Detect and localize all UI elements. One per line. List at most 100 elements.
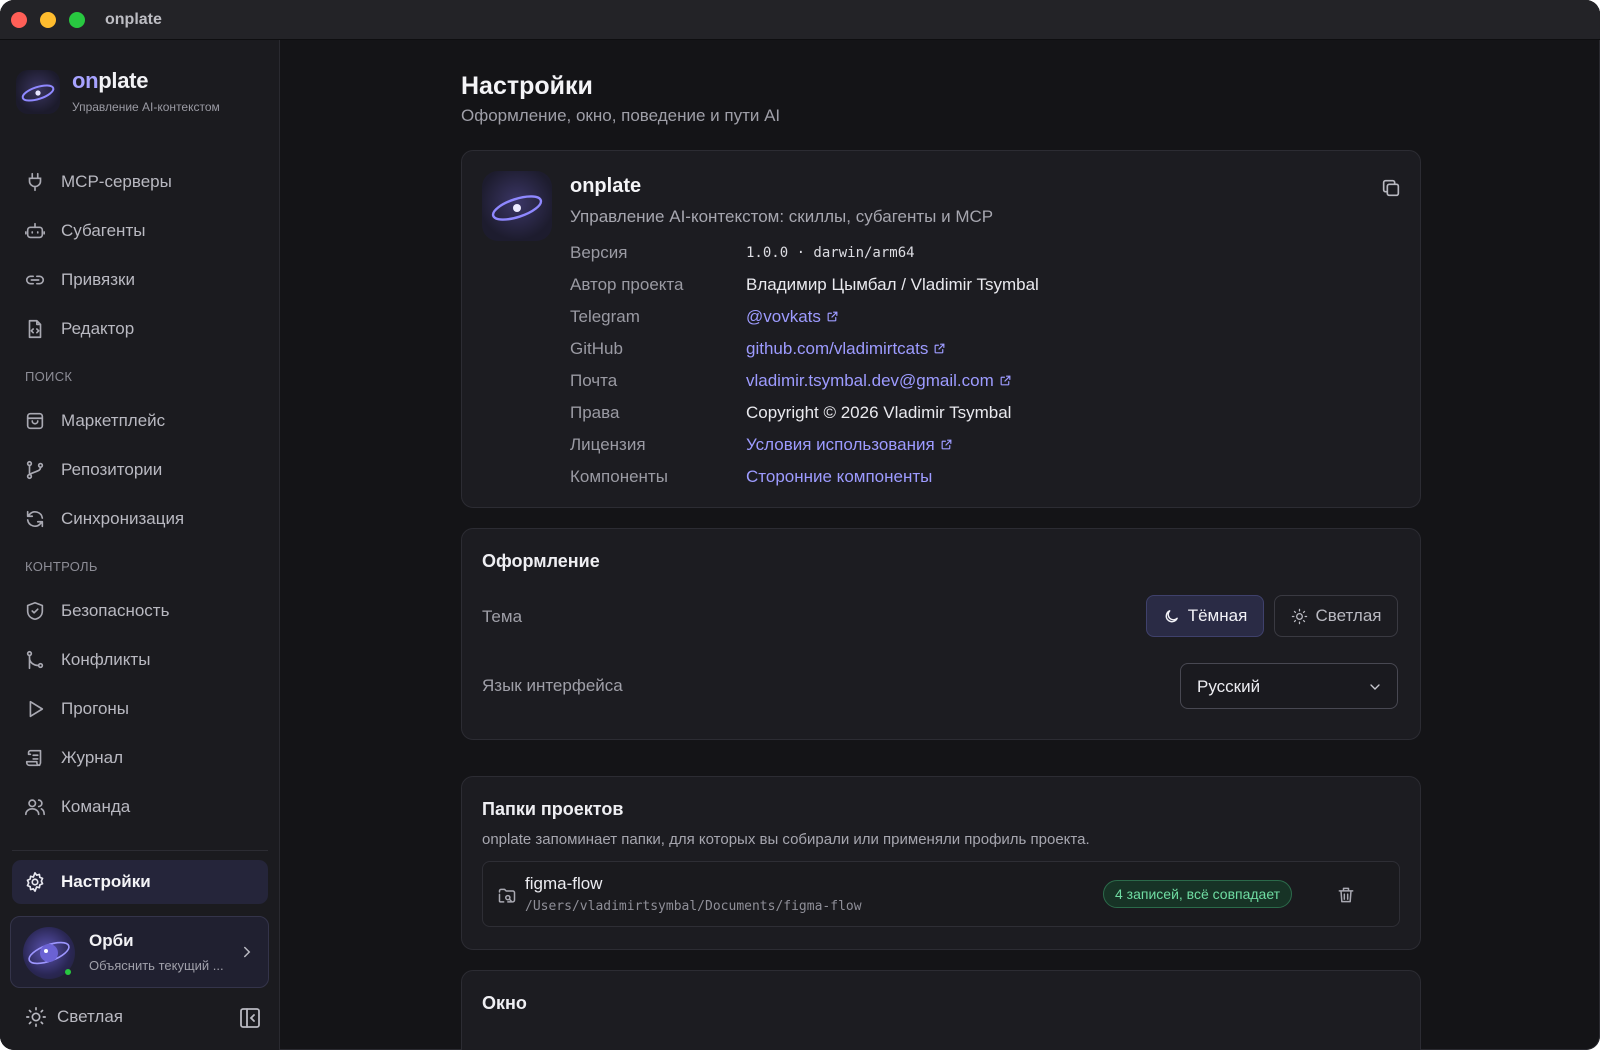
- zoom-window-button[interactable]: [69, 12, 85, 28]
- link-icon: [25, 275, 45, 285]
- sidebar-item-label: Привязки: [61, 270, 135, 289]
- sidebar-item-label: Прогоны: [61, 699, 130, 718]
- sidebar-item-label: Маркетплейс: [61, 411, 166, 430]
- info-key: Версия: [570, 243, 628, 262]
- author-value: Владимир Цымбал / Vladimir Tsymbal: [746, 275, 1039, 294]
- project-folders-description: onplate запоминает папки, для которых вы…: [482, 831, 1090, 848]
- info-row-email: Почта vladimir.tsymbal.dev@gmail.com: [570, 369, 1390, 395]
- theme-dark-button[interactable]: Тёмная: [1146, 595, 1264, 637]
- app-logo: [482, 171, 552, 241]
- theme-light-button[interactable]: Светлая: [1274, 595, 1398, 637]
- moon-icon: [1165, 609, 1178, 622]
- main-content: Настройки Оформление, окно, поведение и …: [281, 40, 1600, 1050]
- theme-toggle-label: Светлая: [57, 1007, 123, 1026]
- external-link-icon: [827, 311, 838, 322]
- sidebar-item-log[interactable]: Журнал: [12, 736, 268, 780]
- brand-subtitle: Управление AI-контекстом: [72, 100, 220, 114]
- window-settings-title: Окно: [482, 993, 527, 1013]
- sun-icon: [1291, 608, 1307, 624]
- sidebar-item-conflicts[interactable]: Конфликты: [12, 638, 268, 682]
- about-card: onplate Управление AI-контекстом: скиллы…: [461, 150, 1421, 508]
- appearance-card: Оформление Тема Тёмная Светлая Язык инте…: [461, 528, 1421, 740]
- info-row-author: Автор проекта Владимир Цымбал / Vladimir…: [570, 273, 1390, 299]
- language-label: Язык интерфейса: [482, 676, 623, 695]
- copyright-value: Copyright © 2026 Vladimir Tsymbal: [746, 403, 1012, 422]
- trash-icon[interactable]: [1336, 885, 1356, 905]
- language-select-value: Русский: [1197, 677, 1261, 696]
- play-icon: [29, 700, 44, 718]
- sidebar-divider: [12, 850, 268, 851]
- info-row-components: Компоненты Сторонние компоненты: [570, 465, 1390, 491]
- external-link-icon: [941, 439, 952, 450]
- title-bar: onplate: [0, 0, 1600, 40]
- brand-name: onplate: [72, 68, 149, 93]
- sidebar-item-security[interactable]: Безопасность: [12, 589, 268, 633]
- sidebar-item-label: Редактор: [61, 319, 135, 338]
- sidebar-item-label: Субагенты: [61, 221, 146, 240]
- scroll-icon: [25, 749, 42, 767]
- external-link-icon: [1000, 375, 1011, 386]
- info-key: Лицензия: [570, 435, 646, 454]
- appearance-title: Оформление: [482, 551, 600, 571]
- sidebar-item-bindings[interactable]: Привязки: [12, 258, 268, 302]
- sidebar-item-repositories[interactable]: Репозитории: [12, 448, 268, 492]
- language-select[interactable]: Русский: [1180, 663, 1398, 709]
- theme-label: Тема: [482, 607, 523, 626]
- components-link[interactable]: Сторонние компоненты: [746, 467, 932, 487]
- sidebar-collapse-icon[interactable]: [238, 1006, 262, 1030]
- info-row-rights: Права Copyright © 2026 Vladimir Tsymbal: [570, 401, 1390, 427]
- minimize-window-button[interactable]: [40, 12, 56, 28]
- code-file-icon: [28, 319, 42, 339]
- version-value: 1.0.0 · darwin/arm64: [746, 245, 915, 261]
- folder-search-icon: [498, 888, 516, 903]
- page-title: Настройки: [461, 72, 593, 100]
- git-merge-icon: [26, 650, 44, 670]
- shield-icon: [26, 601, 44, 621]
- window-settings-card: Окно: [461, 970, 1421, 1050]
- info-key: Автор проекта: [570, 275, 684, 294]
- status-badge: 4 записей, всё совпадает: [1103, 880, 1293, 908]
- theme-light-label: Светлая: [1315, 606, 1382, 625]
- folder-path: /Users/vladimirtsymbal/Documents/figma-f…: [525, 899, 862, 914]
- folder-row[interactable]: figma-flow /Users/vladimirtsymbal/Docume…: [482, 861, 1400, 927]
- folder-name: figma-flow: [525, 874, 603, 893]
- users-icon: [25, 799, 45, 816]
- info-key: Telegram: [570, 307, 640, 326]
- telegram-link[interactable]: @vovkats: [746, 307, 839, 327]
- sidebar-item-label: Безопасность: [61, 601, 170, 620]
- sidebar-item-sync[interactable]: Синхронизация: [12, 497, 268, 541]
- info-row-license: Лицензия Условия использования: [570, 433, 1390, 459]
- sidebar-item-label: Конфликты: [61, 650, 151, 669]
- sidebar-item-team[interactable]: Команда: [12, 785, 268, 829]
- sidebar-item-label: MCP-серверы: [61, 172, 172, 191]
- sync-icon: [26, 510, 44, 528]
- gear-icon: [26, 872, 44, 892]
- theme-toggle-button[interactable]: Светлая: [25, 1006, 123, 1028]
- info-key: Почта: [570, 371, 618, 390]
- info-key: Права: [570, 403, 620, 422]
- sidebar-item-marketplace[interactable]: Маркетплейс: [12, 399, 268, 443]
- orbi-assistant-card[interactable]: Орби Объяснить текущий ...: [10, 916, 269, 988]
- sidebar-item-label: Команда: [61, 797, 131, 816]
- email-link[interactable]: vladimir.tsymbal.dev@gmail.com: [746, 371, 1012, 391]
- copy-icon[interactable]: [1380, 177, 1402, 199]
- shopping-bag-icon: [26, 412, 44, 430]
- page-subtitle: Оформление, окно, поведение и пути AI: [461, 106, 781, 125]
- sidebar-item-subagents[interactable]: Субагенты: [12, 209, 268, 253]
- license-link[interactable]: Условия использования: [746, 435, 953, 455]
- sidebar-item-runs[interactable]: Прогоны: [12, 687, 268, 731]
- sidebar-item-settings[interactable]: Настройки: [12, 860, 268, 904]
- close-window-button[interactable]: [11, 12, 27, 28]
- sidebar-item-label: Репозитории: [61, 460, 163, 479]
- sidebar-item-label: Синхронизация: [61, 509, 185, 528]
- sidebar-item-editor[interactable]: Редактор: [12, 307, 268, 351]
- section-label-search: поиск: [25, 369, 73, 384]
- app-description: Управление AI-контекстом: скиллы, субаге…: [570, 207, 994, 226]
- info-key: GitHub: [570, 339, 623, 358]
- github-link[interactable]: github.com/vladimirtcats: [746, 339, 946, 359]
- orbi-subtitle: Объяснить текущий ...: [89, 958, 224, 973]
- info-row-telegram: Telegram @vovkats: [570, 305, 1390, 331]
- chevron-down-icon: [1370, 684, 1380, 690]
- sidebar-item-mcp-servers[interactable]: MCP-серверы: [12, 160, 268, 204]
- brand-logo: [16, 70, 60, 114]
